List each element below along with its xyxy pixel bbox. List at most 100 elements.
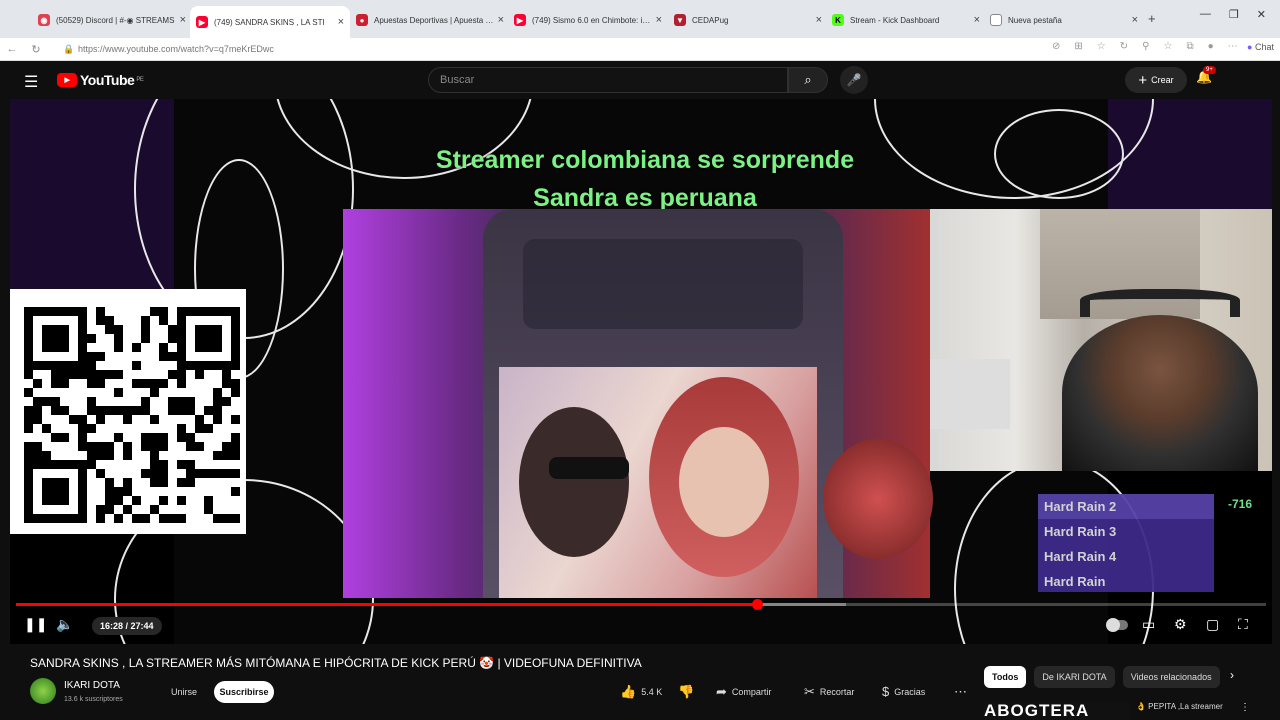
qr-module [87, 397, 96, 406]
apps-icon[interactable]: ⊞ [1074, 41, 1082, 52]
qr-module [42, 325, 51, 334]
qr-module [78, 316, 87, 325]
more-options-icon[interactable]: ⋯ [1228, 41, 1238, 52]
search-button[interactable]: ⌕ [788, 67, 828, 93]
related-video-title[interactable]: 👌 PEPITA ,La streamer [1136, 702, 1223, 711]
chevron-right-icon[interactable]: › [1230, 668, 1234, 682]
qr-module [87, 343, 96, 352]
pause-icon[interactable]: ❚❚ [24, 616, 47, 633]
browser-tab[interactable]: K Stream - Kick Dashboard × [826, 8, 986, 32]
close-tab-icon[interactable]: × [338, 16, 344, 28]
qr-module [159, 370, 168, 379]
qr-module [123, 478, 132, 487]
create-button[interactable]: + Crear [1125, 67, 1187, 93]
chip-channel[interactable]: De IKARI DOTA [1034, 666, 1115, 688]
browser-tab-active[interactable]: ▶ (749) SANDRA SKINS , LA STI × [190, 6, 350, 38]
close-tab-icon[interactable]: × [656, 14, 662, 26]
extensions-icon[interactable]: ⚲ [1142, 41, 1149, 52]
qr-module [222, 352, 231, 361]
qr-module [132, 514, 141, 523]
qr-module [87, 316, 96, 325]
qr-module [105, 487, 114, 496]
qr-module [42, 361, 51, 370]
settings-gear-icon[interactable]: ⚙ [1174, 616, 1187, 633]
new-tab-button[interactable]: + [1148, 11, 1156, 26]
progress-bar[interactable] [16, 599, 1266, 610]
qr-module [96, 379, 105, 388]
thanks-button[interactable]: $ Gracias [882, 681, 925, 703]
qr-module [60, 334, 69, 343]
qr-module [78, 379, 87, 388]
close-tab-icon[interactable]: × [1132, 14, 1138, 26]
clip-button[interactable]: ✂ Recortar [804, 681, 854, 703]
search-input[interactable]: Buscar [428, 67, 788, 93]
theater-mode-icon[interactable]: ▢ [1206, 616, 1219, 633]
voice-search-button[interactable]: 🎤 [840, 66, 868, 94]
qr-module [132, 388, 141, 397]
profile-icon[interactable]: ● [1208, 41, 1214, 52]
video-player[interactable]: Streamer colombiana se sorprende Sandra e… [10, 99, 1272, 644]
qr-module [222, 451, 231, 460]
url-field[interactable]: 🔒 https://www.youtube.com/watch?v=q7meKrE… [60, 41, 1040, 58]
close-tab-icon[interactable]: × [498, 14, 504, 26]
collections-icon[interactable]: ⧉ [1186, 41, 1193, 52]
browser-tab[interactable]: ● Apuestas Deportivas | Apuesta Te × [350, 8, 510, 32]
more-vertical-icon[interactable]: ⋮ [1240, 702, 1250, 713]
qr-module [222, 406, 231, 415]
volume-icon[interactable]: 🔈 [56, 616, 73, 633]
back-icon[interactable]: ← [0, 43, 24, 55]
favorites-icon[interactable]: ☆ [1163, 41, 1172, 52]
copilot-chat-button[interactable]: ● Chat [1247, 42, 1274, 52]
qr-module [60, 307, 69, 316]
close-tab-icon[interactable]: × [974, 14, 980, 26]
subtitles-icon[interactable]: ▭ [1142, 616, 1155, 633]
qr-module [105, 505, 114, 514]
qr-module [177, 406, 186, 415]
qr-module [159, 496, 168, 505]
qr-module [150, 361, 159, 370]
autoplay-toggle[interactable] [1106, 618, 1128, 632]
restore-icon[interactable]: ❐ [1229, 8, 1239, 21]
chip-related[interactable]: Videos relacionados [1122, 666, 1220, 688]
join-button[interactable]: Unirse [158, 681, 210, 703]
read-aloud-icon[interactable]: ⊘ [1052, 41, 1060, 52]
like-button[interactable]: 👍 5.4 K [620, 681, 662, 703]
favorite-star-icon[interactable]: ☆ [1097, 41, 1106, 52]
fullscreen-icon[interactable]: ⛶ [1238, 616, 1248, 633]
qr-module [222, 433, 231, 442]
qr-module [177, 415, 186, 424]
qr-module [186, 352, 195, 361]
qr-module [222, 379, 231, 388]
dislike-button[interactable]: 👎 [678, 681, 694, 703]
qr-module [168, 406, 177, 415]
chip-todos[interactable]: Todos [984, 666, 1027, 688]
reload-icon[interactable]: ↻ [24, 43, 48, 56]
player-controls: ❚❚ 🔈 16:28 / 27:44 ▭ ⚙ ▢ ⛶ [10, 609, 1272, 644]
qr-module [96, 460, 105, 469]
close-window-icon[interactable]: ✕ [1257, 8, 1266, 21]
refresh-extension-icon[interactable]: ↻ [1120, 41, 1128, 52]
browser-tab[interactable]: ◉ (50529) Discord | #-◉ STREAMS × [32, 8, 192, 32]
browser-tab[interactable]: ▼ CEDAPug × [668, 8, 828, 32]
minimize-icon[interactable]: — [1200, 8, 1211, 21]
channel-avatar[interactable] [30, 678, 56, 704]
related-video-thumbnail[interactable]: ABOGTERA [984, 702, 1130, 720]
qr-module [78, 514, 87, 523]
browser-tab[interactable]: ▶ (749) Sismo 6.0 en Chimbote: ima × [508, 8, 668, 32]
qr-module [177, 433, 186, 442]
notifications-button[interactable]: 🔔 9+ [1196, 66, 1216, 85]
webcam-overlay [930, 209, 1272, 471]
close-tab-icon[interactable]: × [816, 14, 822, 26]
channel-name[interactable]: IKARI DOTA [64, 680, 120, 691]
hamburger-menu-icon[interactable]: ☰ [24, 72, 38, 92]
qr-module [24, 478, 33, 487]
close-tab-icon[interactable]: × [180, 14, 186, 26]
subscribe-button[interactable]: Suscribirse [214, 681, 274, 703]
more-actions-button[interactable]: ⋯ [954, 681, 967, 703]
share-button[interactable]: ➦ Compartir [716, 681, 771, 703]
qr-module [159, 334, 168, 343]
browser-tab[interactable]: Nueva pestaña × [984, 8, 1144, 32]
qr-module [78, 505, 87, 514]
youtube-logo[interactable]: ▶ YouTube PE [57, 72, 144, 88]
photo-two-women [499, 367, 817, 598]
